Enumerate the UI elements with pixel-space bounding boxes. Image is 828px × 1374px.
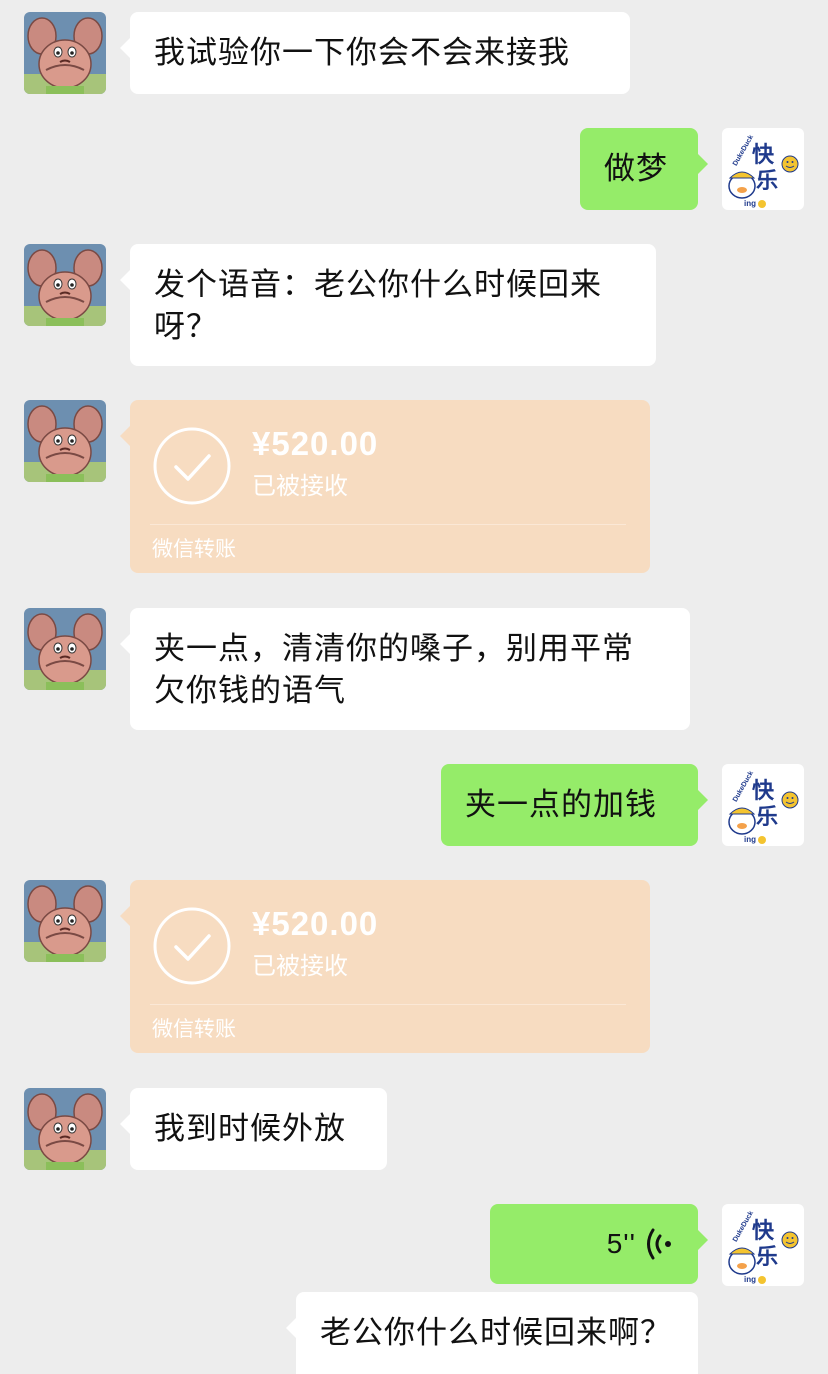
patrick-star-avatar-icon xyxy=(24,1088,106,1170)
message-text: 做梦 xyxy=(604,151,668,187)
check-circle-icon xyxy=(153,427,231,505)
incoming-message-bubble[interactable]: 我试验你一下你会不会来接我 xyxy=(120,12,630,94)
contact-avatar[interactable] xyxy=(24,608,106,690)
message-text-line: 欠你钱的语气 xyxy=(154,673,346,709)
duck-avatar-icon xyxy=(722,764,804,846)
voice-message-bubble[interactable]: 5'' xyxy=(490,1204,708,1284)
contact-avatar[interactable] xyxy=(24,244,106,326)
message-text-line: 呀？ xyxy=(154,309,218,345)
duck-avatar-icon xyxy=(722,1204,804,1286)
patrick-star-avatar-icon xyxy=(24,244,106,326)
voice-duration: 5'' xyxy=(606,1228,636,1259)
my-avatar[interactable] xyxy=(722,128,804,210)
transfer-card[interactable]: ¥520.00 已被接收 微信转账 xyxy=(120,400,650,573)
my-avatar[interactable] xyxy=(722,764,804,846)
transfer-status: 已被接收 xyxy=(252,952,348,980)
contact-avatar[interactable] xyxy=(24,12,106,94)
my-avatar[interactable] xyxy=(722,1204,804,1286)
message-text: 我到时候外放 xyxy=(154,1111,346,1147)
transfer-divider xyxy=(150,524,626,525)
message-text: 我试验你一下你会不会来接我 xyxy=(154,35,570,71)
transfer-status: 已被接收 xyxy=(252,472,348,500)
transfer-amount: ¥520.00 xyxy=(252,905,379,942)
transfer-card[interactable]: ¥520.00 已被接收 微信转账 xyxy=(120,880,650,1053)
contact-avatar[interactable] xyxy=(24,400,106,482)
voice-wave-icon xyxy=(647,1228,671,1260)
incoming-message-bubble[interactable]: 我到时候外放 xyxy=(120,1088,387,1170)
transfer-divider xyxy=(150,1004,626,1005)
incoming-message-bubble[interactable]: 发个语音：老公你什么时候回来 呀？ xyxy=(120,244,656,366)
contact-avatar[interactable] xyxy=(24,1088,106,1170)
message-text-line: 发个语音：老公你什么时候回来 xyxy=(154,267,602,303)
patrick-star-avatar-icon xyxy=(24,880,106,962)
patrick-star-avatar-icon xyxy=(24,400,106,482)
check-circle-icon xyxy=(153,907,231,985)
duck-avatar-icon xyxy=(722,128,804,210)
message-text-line: 夹一点，清清你的嗓子，别用平常 xyxy=(154,631,634,667)
outgoing-message-bubble[interactable]: 夹一点的加钱 xyxy=(441,764,708,846)
message-text: 夹一点的加钱 xyxy=(465,787,657,823)
contact-avatar[interactable] xyxy=(24,880,106,962)
transfer-footer: 微信转账 xyxy=(152,537,236,561)
transfer-footer: 微信转账 xyxy=(152,1017,236,1041)
voice-transcript-bubble[interactable]: 老公你什么时候回来啊？ xyxy=(286,1292,698,1374)
incoming-message-bubble[interactable]: 夹一点，清清你的嗓子，别用平常 欠你钱的语气 xyxy=(120,608,690,730)
transfer-amount: ¥520.00 xyxy=(252,425,379,462)
voice-transcript-text: 老公你什么时候回来啊？ xyxy=(320,1315,672,1351)
patrick-star-avatar-icon xyxy=(24,12,106,94)
patrick-star-avatar-icon xyxy=(24,608,106,690)
outgoing-message-bubble[interactable]: 做梦 xyxy=(580,128,708,210)
